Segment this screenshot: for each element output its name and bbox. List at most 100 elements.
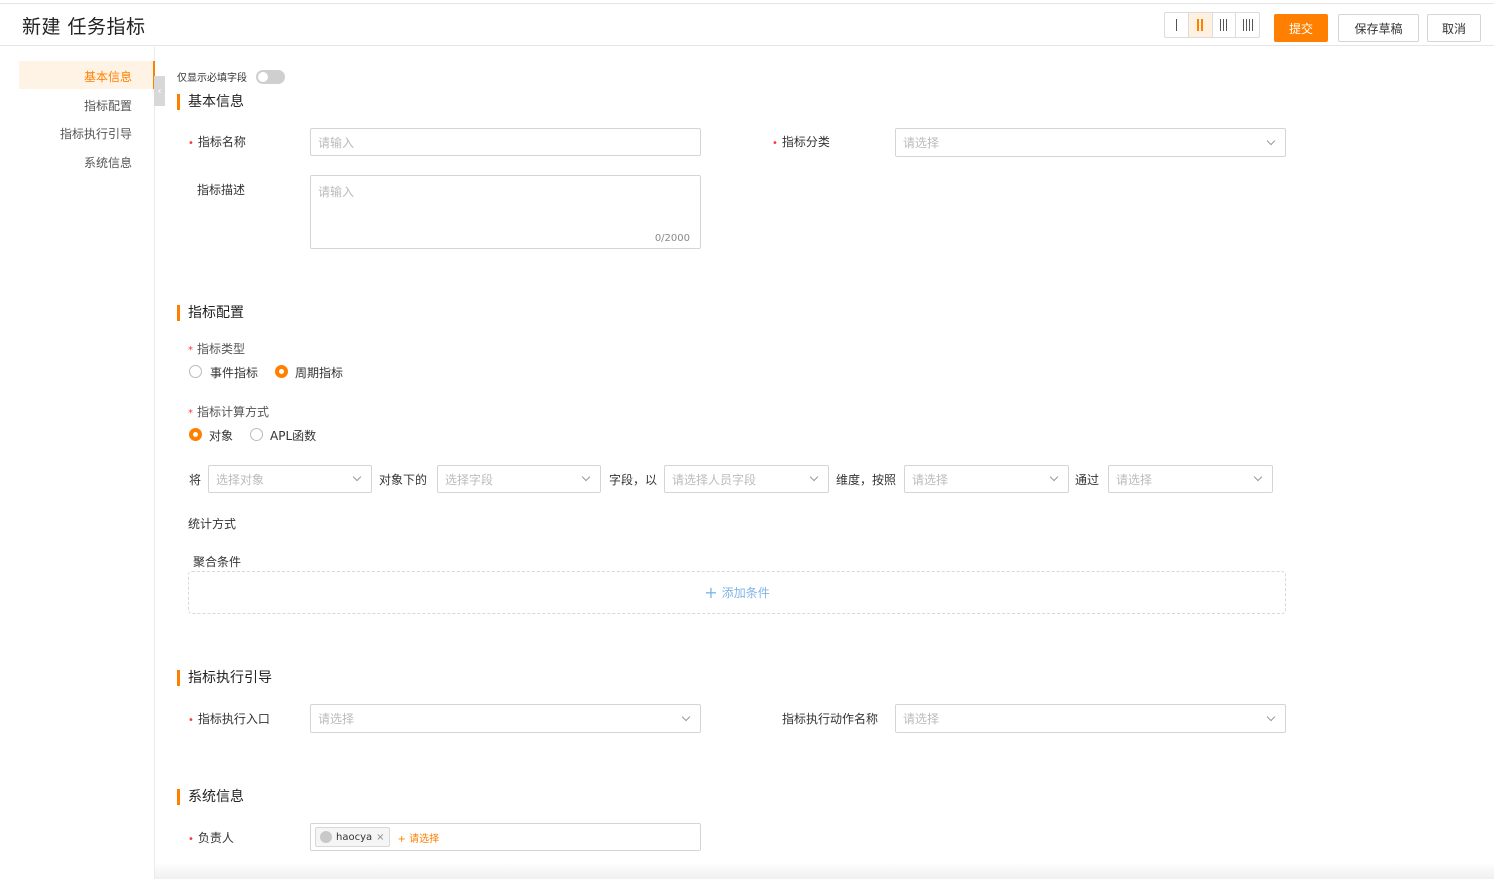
name-label: • 指标名称 (188, 133, 246, 150)
required-only-label: 仅显示必填字段 (177, 73, 247, 84)
chevron-down-icon (1266, 712, 1276, 721)
stat-label: 统计方式 (188, 517, 237, 531)
category-label-text: 指标分类 (781, 135, 830, 149)
nav-item-system-info[interactable]: 系统信息 (84, 154, 132, 171)
calc-apl-label[interactable]: APL函数 (270, 427, 316, 444)
via-select[interactable]: 请选择 (1108, 465, 1273, 493)
section-nav: 基本信息 指标配置 指标执行引导 系统信息 (0, 47, 155, 879)
char-counter: 0/2000 (654, 233, 690, 244)
sentence-word-1: 将 (189, 473, 202, 487)
section-title-basic: 基本信息 (177, 94, 244, 110)
sentence-word-3: 字段，以 (609, 473, 658, 487)
dimension-select[interactable]: 请选择 (904, 465, 1069, 493)
type-label: * 指标类型 (188, 340, 245, 357)
object-select[interactable]: 选择对象 (208, 465, 372, 493)
bottom-fade (155, 862, 1494, 879)
type-label-text: 指标类型 (197, 342, 246, 356)
chevron-down-icon (581, 472, 591, 482)
remove-tag-icon[interactable]: × (376, 832, 384, 843)
layout-switch (1164, 12, 1260, 38)
owner-tag: haocya × (315, 827, 390, 847)
required-mark: • (188, 138, 194, 149)
calc-label-text: 指标计算方式 (197, 405, 270, 419)
chevron-down-icon (681, 712, 691, 721)
action-label: 指标执行动作名称 (782, 712, 879, 726)
entry-label: • 指标执行入口 (188, 710, 270, 727)
layout-2-column-button[interactable] (1188, 13, 1213, 37)
nav-item-guide[interactable]: 指标执行引导 (60, 125, 132, 142)
entry-placeholder: 请选择 (318, 712, 355, 726)
three-column-icon (1220, 19, 1228, 31)
owner-input[interactable]: haocya × + 请选择 (310, 823, 701, 851)
plus-icon: + (704, 582, 718, 602)
submit-button[interactable]: 提交 (1274, 14, 1328, 42)
required-mark: * (188, 408, 193, 419)
four-column-icon (1242, 19, 1253, 31)
action-select[interactable]: 请选择 (895, 704, 1286, 733)
required-mark: * (188, 345, 193, 356)
sentence-word-2: 对象下的 (379, 473, 428, 487)
field-select[interactable]: 选择字段 (437, 465, 601, 493)
chevron-down-icon (809, 472, 819, 482)
section-title-guide: 指标执行引导 (177, 670, 272, 686)
agg-label: 聚合条件 (193, 555, 242, 569)
section-title-system: 系统信息 (177, 789, 244, 805)
name-placeholder: 请输入 (318, 135, 355, 150)
sentence-word-4: 维度，按照 (836, 473, 897, 487)
entry-label-text: 指标执行入口 (197, 712, 270, 726)
chevron-down-icon (1253, 472, 1263, 482)
nav-item-config[interactable]: 指标配置 (84, 97, 132, 114)
type-event-label[interactable]: 事件指标 (210, 364, 258, 381)
owner-label-text: 负责人 (197, 831, 234, 845)
required-mark: • (772, 138, 778, 149)
dimension-placeholder: 请选择 (912, 472, 949, 487)
required-mark: • (188, 834, 194, 845)
desc-textarea[interactable]: 请输入 0/2000 (310, 175, 701, 249)
layout-3-column-button[interactable] (1213, 13, 1237, 37)
category-label: • 指标分类 (772, 133, 830, 150)
calc-apl-radio[interactable] (250, 428, 263, 441)
one-column-icon (1175, 19, 1177, 31)
add-owner-link[interactable]: + 请选择 (398, 830, 440, 845)
layout-4-column-button[interactable] (1236, 13, 1259, 37)
chevron-down-icon (1049, 472, 1059, 482)
person-placeholder: 请选择人员字段 (672, 472, 757, 487)
field-placeholder: 选择字段 (445, 472, 494, 487)
person-field-select[interactable]: 请选择人员字段 (664, 465, 829, 493)
category-select[interactable]: 请选择 (895, 128, 1286, 157)
name-input[interactable]: 请输入 (310, 128, 701, 156)
add-condition-button[interactable]: + 添加条件 (188, 571, 1286, 614)
page-title: 新建 任务指标 (22, 16, 146, 38)
page-header: 新建 任务指标 提交 保存草稿 取消 (0, 4, 1494, 46)
object-placeholder: 选择对象 (216, 472, 265, 487)
category-placeholder: 请选择 (903, 136, 940, 150)
entry-select[interactable]: 请选择 (310, 704, 701, 733)
chevron-down-icon (1266, 136, 1276, 145)
calc-object-radio[interactable] (189, 428, 202, 441)
owner-label: • 负责人 (188, 829, 234, 846)
type-period-label[interactable]: 周期指标 (295, 364, 343, 381)
form-content: 仅显示必填字段 基本信息 • 指标名称 请输入 • 指标分类 请选择 指标描述 请输… (155, 47, 1494, 879)
chevron-down-icon (352, 472, 362, 482)
sentence-word-5: 通过 (1075, 473, 1100, 487)
owner-tag-name: haocya (336, 831, 373, 843)
calc-label: * 指标计算方式 (188, 403, 269, 420)
calc-object-label[interactable]: 对象 (209, 427, 233, 444)
avatar (320, 831, 332, 843)
nav-item-basic-info[interactable]: 基本信息 (84, 68, 132, 85)
desc-placeholder: 请输入 (318, 185, 355, 199)
required-mark: • (188, 715, 194, 726)
section-title-config: 指标配置 (177, 305, 244, 321)
cancel-button[interactable]: 取消 (1427, 14, 1481, 42)
action-placeholder: 请选择 (903, 712, 940, 726)
desc-label: 指标描述 (197, 183, 246, 197)
type-event-radio[interactable] (189, 365, 202, 378)
via-placeholder: 请选择 (1116, 472, 1153, 487)
layout-1-column-button[interactable] (1165, 13, 1189, 37)
type-period-radio[interactable] (275, 365, 288, 378)
two-column-icon (1197, 19, 1204, 31)
required-only-toggle[interactable] (256, 70, 285, 84)
add-condition-label: 添加条件 (721, 586, 770, 600)
save-draft-button[interactable]: 保存草稿 (1338, 14, 1419, 42)
name-label-text: 指标名称 (197, 135, 246, 149)
